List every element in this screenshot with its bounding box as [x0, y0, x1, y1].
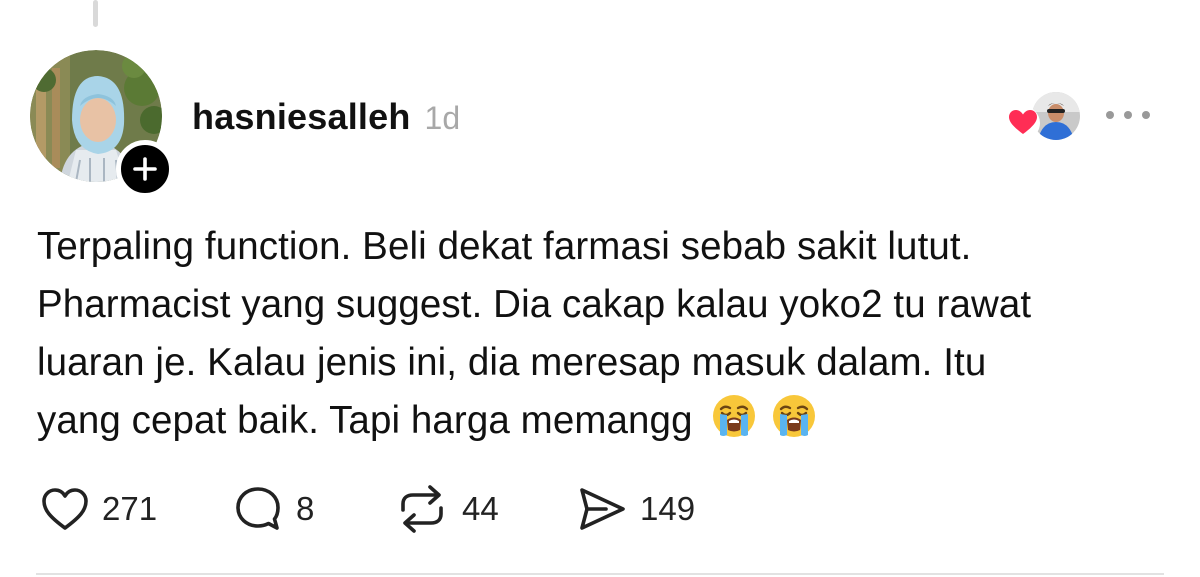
comment-icon: [236, 487, 280, 530]
post-text-line: Terpaling function. Beli dekat farmasi s…: [37, 225, 972, 268]
heart-icon[interactable]: [1006, 106, 1040, 140]
author-avatar-container: [30, 50, 174, 198]
post-text-line: Pharmacist yang suggest. Dia cakap kalau…: [37, 283, 1032, 326]
send-icon: [580, 488, 625, 530]
post-text-line-last: yang cepat baik. Tapi harga memangg: [37, 392, 1167, 450]
post-timestamp: 1d: [424, 100, 461, 136]
repost-count: 44: [462, 490, 499, 527]
repost-button[interactable]: 44: [394, 484, 499, 534]
loudly-crying-face-emoji: [772, 395, 815, 437]
loudly-crying-face-emoji: [712, 395, 755, 437]
follow-button[interactable]: [116, 140, 174, 198]
plus-icon: [133, 157, 157, 181]
post-header: hasniesalleh 1d: [192, 96, 460, 138]
post-text-line: yang cepat baik. Tapi harga memangg: [37, 399, 693, 442]
share-button[interactable]: 149: [576, 484, 695, 534]
like-count: 271: [102, 490, 158, 527]
thread-post: hasniesalleh 1d Terpaling function. Beli…: [0, 0, 1200, 577]
heart-outline-icon: [42, 488, 88, 530]
like-button[interactable]: 271: [40, 484, 157, 534]
post-body: Terpaling function. Beli dekat farmasi s…: [37, 218, 1167, 450]
post-text-line: luaran je. Kalau jenis ini, dia meresap …: [37, 341, 987, 384]
repost-icon: [401, 485, 443, 533]
reactions-preview[interactable]: [1006, 92, 1080, 140]
post-divider: [36, 573, 1164, 575]
reply-count: 8: [296, 490, 315, 527]
share-count: 149: [640, 490, 696, 527]
username[interactable]: hasniesalleh: [192, 96, 411, 138]
reply-button[interactable]: 8: [232, 484, 314, 534]
more-horizontal-icon[interactable]: [1102, 100, 1154, 130]
thread-connector-line: [93, 0, 98, 27]
